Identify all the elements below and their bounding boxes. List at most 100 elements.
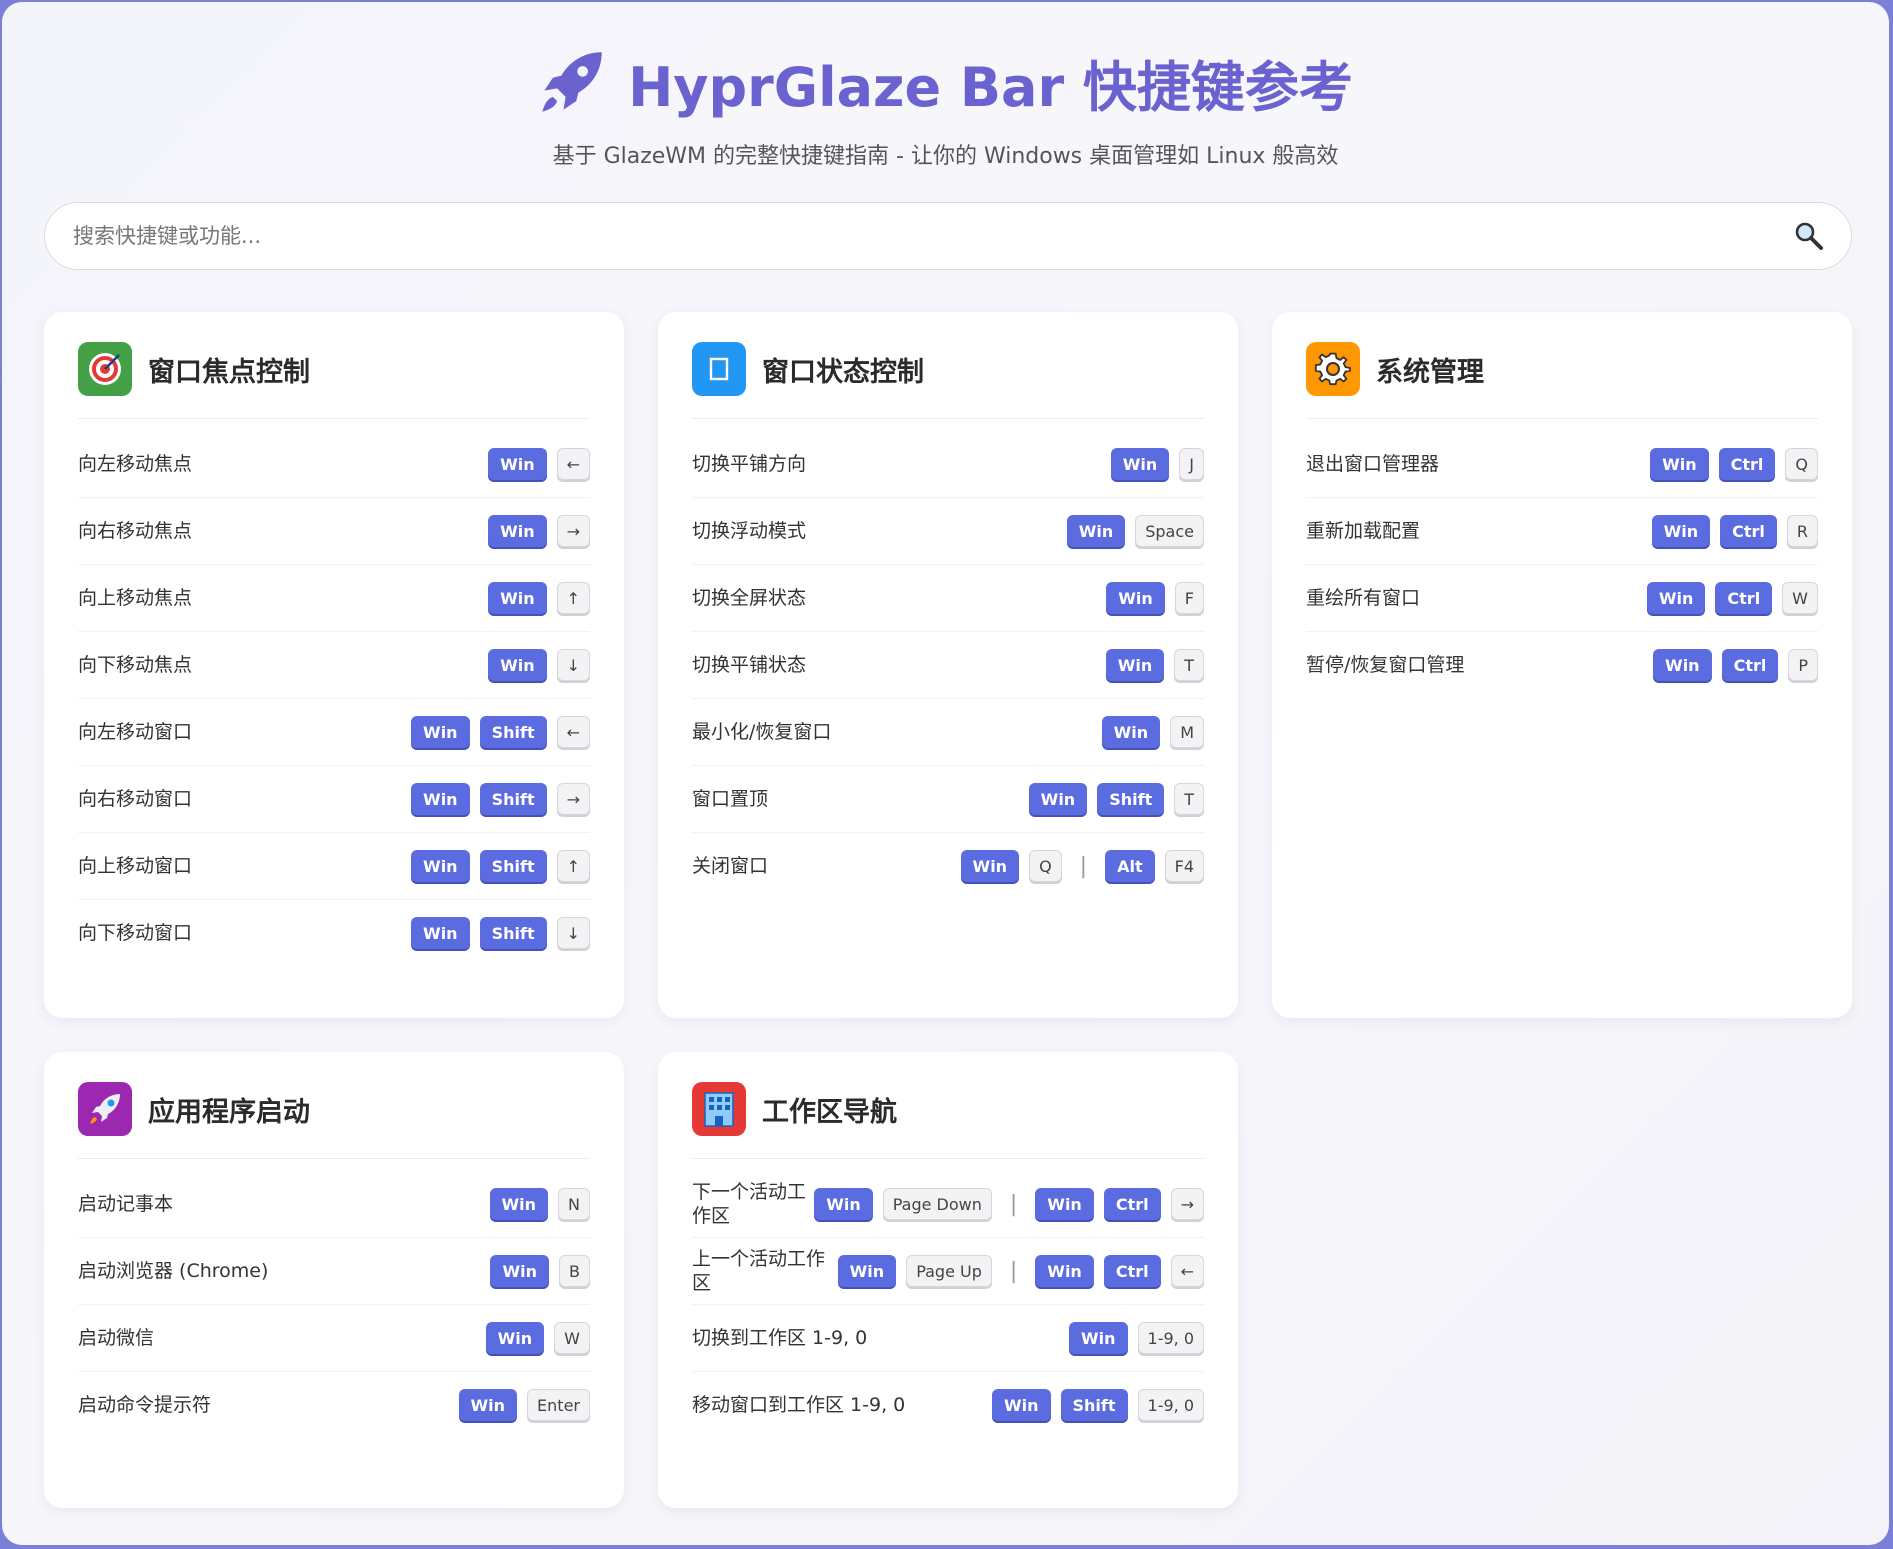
modifier-key: Shift	[1097, 783, 1165, 815]
shortcut-keys: Win Ctrl R	[1651, 515, 1818, 547]
shortcut-keys: Win J	[1110, 448, 1204, 480]
key-cap: ↓	[556, 917, 590, 949]
shortcut-row: 重新加载配置 Win Ctrl R	[1306, 498, 1818, 565]
shortcut-label: 退出窗口管理器	[1306, 453, 1440, 475]
shortcut-keys: Win M	[1101, 716, 1204, 748]
shortcut-row: 向左移动焦点 Win ←	[78, 431, 590, 498]
shortcut-label: 切换浮动模式	[692, 520, 807, 542]
rocket-icon	[78, 1082, 132, 1136]
shortcut-label: 切换全屏状态	[692, 587, 807, 609]
shortcut-keys: Win ↓	[488, 649, 590, 681]
shortcut-label: 向右移动焦点	[78, 520, 193, 542]
shortcut-list: 退出窗口管理器 Win Ctrl Q 重新加载配置 Win Ctrl R 重绘所有窗口 Win Ct…	[1306, 431, 1818, 698]
modifier-key: Ctrl	[1103, 1255, 1161, 1287]
shortcut-row: 向左移动窗口 Win Shift ←	[78, 699, 590, 766]
shortcut-row: 重绘所有窗口 Win Ctrl W	[1306, 565, 1818, 632]
shortcut-keys: Win Ctrl Q	[1650, 448, 1818, 480]
key-cap: F	[1174, 582, 1204, 614]
key-cap: ←	[556, 716, 590, 748]
key-cap: M	[1170, 716, 1204, 748]
shortcut-list: 启动记事本 Win N 启动浏览器 (Chrome) Win B 启动微信 Win W 启动命令提…	[78, 1171, 590, 1438]
key-cap: B	[559, 1255, 590, 1287]
shortcut-keys: Win N	[489, 1188, 590, 1220]
key-cap: W	[554, 1322, 590, 1354]
modifier-key: Win	[1028, 783, 1088, 815]
modifier-key: Shift	[479, 917, 547, 949]
page-subtitle: 基于 GlazeWM 的完整快捷键指南 - 让你的 Windows 桌面管理如 …	[552, 144, 1339, 169]
shortcut-label: 关闭窗口	[692, 855, 769, 877]
shortcut-label: 向上移动焦点	[78, 587, 193, 609]
key-cap: R	[1786, 515, 1818, 547]
shortcut-label: 切换平铺方向	[692, 453, 807, 475]
card-app-launch: 应用程序启动 启动记事本 Win N 启动浏览器 (Chrome) Win B 启动微信 Wi…	[44, 1052, 624, 1508]
shortcut-label: 移动窗口到工作区 1-9, 0	[692, 1394, 906, 1416]
modifier-key: Win	[814, 1188, 873, 1220]
shortcut-keys: Win Enter	[458, 1389, 590, 1421]
modifier-key: Win	[488, 515, 547, 547]
key-cap: W	[1782, 582, 1818, 614]
shortcut-keys: Win Ctrl P	[1653, 649, 1818, 681]
shortcut-keys: Win Shift 1-9, 0	[991, 1389, 1204, 1421]
card-title: 系统管理	[1376, 356, 1484, 388]
shortcut-keys: Win T	[1105, 649, 1204, 681]
modifier-key: Win	[1068, 1322, 1128, 1354]
modifier-key: Win	[411, 850, 470, 882]
shortcut-label: 暂停/恢复窗口管理	[1306, 654, 1465, 676]
key-cap: ↓	[556, 649, 590, 681]
shortcut-label: 最小化/恢复窗口	[692, 721, 832, 743]
card-header: 应用程序启动	[78, 1082, 590, 1159]
shortcut-keys: Win ←	[488, 448, 590, 480]
shortcut-keys: Win Ctrl W	[1646, 582, 1818, 614]
shortcut-keys: Win Shift ←	[411, 716, 590, 748]
key-cap: Page Up	[906, 1255, 992, 1287]
key-cap: →	[556, 515, 590, 547]
modifier-key: Win	[458, 1389, 518, 1421]
modifier-key: Win	[1110, 448, 1170, 480]
modifier-key: Win	[991, 1389, 1051, 1421]
modifier-key: Win	[1653, 649, 1712, 681]
key-separator: |	[1079, 853, 1088, 879]
shortcut-list: 下一个活动工作区 Win Page Down | Win Ctrl → 上一个活动工作区 Win…	[692, 1171, 1204, 1438]
page-title-text: HyprGlaze Bar 快捷键参考	[628, 55, 1353, 119]
card-title: 工作区导航	[762, 1096, 897, 1128]
modifier-key: Win	[1066, 515, 1126, 547]
modifier-key: Win	[411, 783, 470, 815]
shortcut-label: 重新加载配置	[1306, 520, 1421, 542]
shortcut-row: 上一个活动工作区 Win Page Up | Win Ctrl ←	[692, 1238, 1204, 1305]
modifier-key: Win	[488, 582, 547, 614]
shortcut-label: 启动记事本	[78, 1193, 174, 1215]
modifier-key: Ctrl	[1721, 649, 1779, 681]
shortcut-label: 向左移动焦点	[78, 453, 193, 475]
shortcut-row: 向下移动窗口 Win Shift ↓	[78, 900, 590, 966]
modifier-key: Win	[1106, 582, 1165, 614]
modifier-key: Win	[1650, 448, 1709, 480]
shortcut-row: 关闭窗口 Win Q | Alt F4	[692, 833, 1204, 899]
shortcut-label: 向右移动窗口	[78, 788, 193, 810]
modifier-key: Win	[1105, 649, 1165, 681]
shortcut-row: 移动窗口到工作区 1-9, 0 Win Shift 1-9, 0	[692, 1372, 1204, 1438]
modifier-key: Shift	[1060, 1389, 1128, 1421]
modifier-key: Win	[1035, 1255, 1094, 1287]
key-cap: Page Down	[882, 1188, 992, 1220]
key-cap: P	[1788, 649, 1818, 681]
key-cap: 1-9, 0	[1137, 1389, 1204, 1421]
modifier-key: Ctrl	[1720, 515, 1777, 547]
page-frame: HyprGlaze Bar 快捷键参考 基于 GlazeWM 的完整快捷键指南 …	[2, 2, 1889, 1545]
key-cap: N	[558, 1188, 590, 1220]
card-header: 系统管理	[1306, 342, 1818, 419]
building-icon	[692, 1082, 746, 1136]
search-input[interactable]	[71, 223, 1793, 249]
card-header: 窗口焦点控制	[78, 342, 590, 419]
search-bar	[44, 202, 1852, 270]
card-window-focus: 窗口焦点控制 向左移动焦点 Win ← 向右移动焦点 Win → 向上移动焦点 Win ↑ 向下移…	[44, 312, 624, 1018]
shortcut-keys: Win Q | Alt F4	[960, 850, 1204, 882]
search-icon[interactable]	[1793, 220, 1825, 252]
modifier-key: Ctrl	[1715, 582, 1773, 614]
shortcut-keys: Win Shift →	[411, 783, 590, 815]
key-cap: Enter	[527, 1389, 590, 1421]
page-header: HyprGlaze Bar 快捷键参考 基于 GlazeWM 的完整快捷键指南 …	[2, 2, 1889, 170]
modifier-key: Win	[485, 1322, 545, 1354]
shortcut-row: 下一个活动工作区 Win Page Down | Win Ctrl →	[692, 1171, 1204, 1238]
shortcut-row: 退出窗口管理器 Win Ctrl Q	[1306, 431, 1818, 498]
key-cap: 1-9, 0	[1137, 1322, 1204, 1354]
